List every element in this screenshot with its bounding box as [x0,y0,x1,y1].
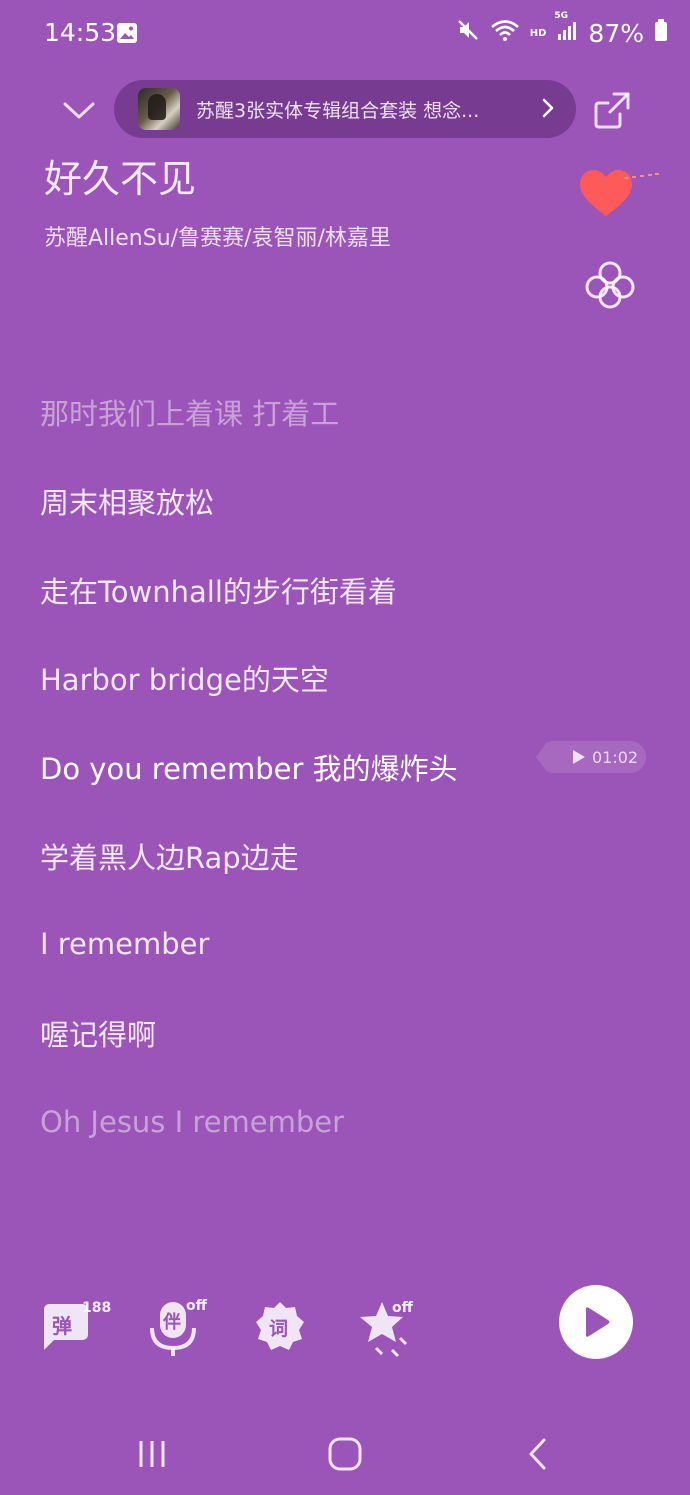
home-icon [328,1437,362,1471]
accompany-button[interactable]: 伴 off [148,1290,218,1360]
network-label: HD [529,27,547,39]
play-small-icon [573,750,585,764]
share-icon [594,92,630,129]
like-sparkle-icon [622,170,662,185]
lyrics-style-button[interactable]: 词 [254,1290,324,1360]
share-button[interactable] [590,88,634,132]
chevron-right-icon [540,95,556,125]
promo-banner[interactable]: 苏醒3张实体专辑组合套装 想念... [114,80,576,138]
mute-icon [456,18,480,48]
network-gen-label: 5G [554,10,569,21]
gallery-notification-icon [116,22,138,48]
song-artists[interactable]: 苏醒AllenSu/鲁赛赛/袁智丽/林嘉里 [44,220,391,252]
song-title: 好久不见 [44,157,197,201]
back-button[interactable] [508,1432,568,1476]
home-button[interactable] [315,1432,375,1476]
danmaku-button[interactable]: 弹 188 [40,1290,112,1360]
accompany-glyph: 伴 [163,1312,181,1333]
collapse-button[interactable] [58,92,100,128]
battery-icon [654,18,668,48]
danmaku-glyph: 弹 [52,1314,72,1338]
lyric-line[interactable]: 走在Townhall的步行街看着 [40,545,640,634]
clover-icon [585,261,635,309]
lyric-line[interactable]: I remember [40,900,640,989]
status-time: 14:53 [44,18,117,47]
lyric-line[interactable]: 周末相聚放松 [40,457,640,546]
status-icons: HD 5G 87% [456,11,668,48]
lyric-line[interactable]: Harbor bridge的天空 [40,634,640,723]
lyric-line[interactable]: 那时我们上着课 打着工 [40,368,640,457]
system-nav-bar [0,1410,690,1495]
banner-text: 苏醒3张实体专辑组合套装 想念... [196,99,480,122]
signal-icon: 5G [554,11,578,48]
recent-apps-button[interactable] [122,1432,182,1476]
play-icon [586,1307,610,1337]
similar-songs-button[interactable] [584,260,636,310]
lyric-line[interactable]: 喔记得啊 [40,989,640,1078]
accompany-state: off [186,1298,207,1314]
seek-time: 01:02 [592,747,639,767]
danmaku-count: 188 [82,1300,112,1316]
play-button[interactable] [559,1285,633,1359]
seek-to-line-button[interactable]: 01:02 [536,741,646,773]
lyrics-glyph: 词 [269,1318,289,1340]
lyric-line[interactable]: 学着黑人边Rap边走 [40,811,640,900]
status-bar: 14:53 HD 5G 87% [0,0,690,70]
recent-apps-icon [139,1441,165,1467]
banner-thumbnail [138,88,180,130]
player-header: 苏醒3张实体专辑组合套装 想念... [0,80,690,140]
back-icon [529,1438,546,1470]
lyric-line[interactable]: Oh Jesus I remember [40,1078,640,1167]
chevron-down-icon [63,102,95,119]
battery-percent: 87% [588,18,644,48]
effect-state: off [392,1300,413,1316]
wifi-icon [490,18,520,48]
sound-effect-button[interactable]: off [356,1290,426,1360]
